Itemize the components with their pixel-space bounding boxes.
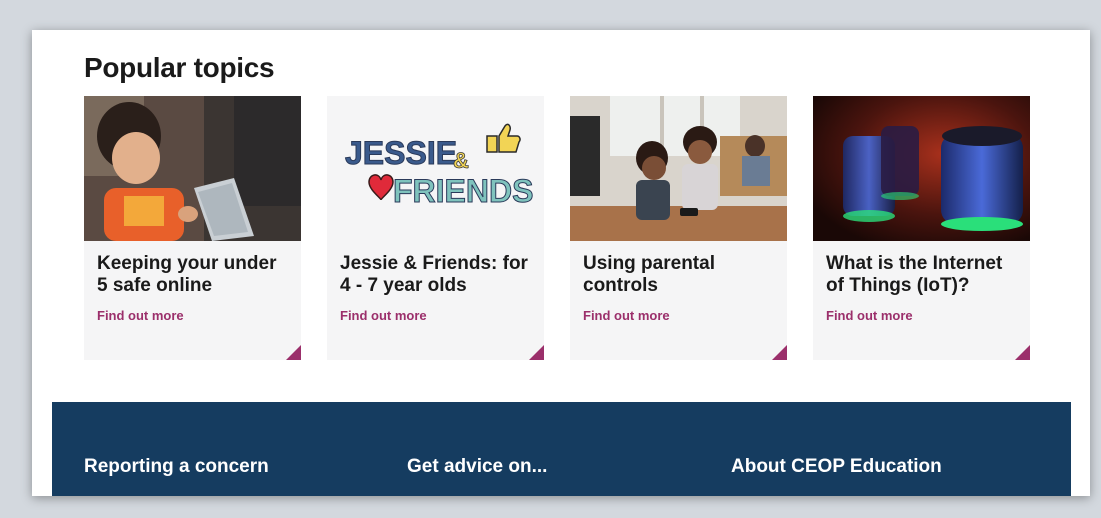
card-image-smart-speakers[interactable]: [813, 96, 1030, 241]
topic-card-internet-of-things[interactable]: What is the Internet of Things (IoT)? Fi…: [813, 96, 1030, 360]
card-title: Keeping your under 5 safe online: [97, 253, 277, 296]
footer-link-get-advice[interactable]: Get advice on...: [407, 456, 547, 478]
card-image-children-using-phone[interactable]: [570, 96, 787, 241]
children-using-phone-illustration: [570, 96, 787, 241]
card-image-jessie-and-friends-logo[interactable]: JESSIE & FRIENDS: [327, 96, 544, 241]
find-out-more-link[interactable]: Find out more: [583, 308, 670, 323]
footer-link-reporting-a-concern[interactable]: Reporting a concern: [84, 456, 269, 478]
topic-card-jessie-and-friends[interactable]: JESSIE & FRIENDS Jessie & Friends: for 4…: [327, 96, 544, 360]
card-corner-triangle: [772, 345, 787, 360]
logo-ampersand: &: [453, 148, 469, 173]
footer-link-about-ceop-education[interactable]: About CEOP Education: [731, 456, 942, 478]
find-out-more-link[interactable]: Find out more: [97, 308, 184, 323]
topic-card-parental-controls[interactable]: Using parental controls Find out more: [570, 96, 787, 360]
card-corner-triangle: [1015, 345, 1030, 360]
card-corner-triangle: [286, 345, 301, 360]
logo-word-jessie: JESSIE: [345, 135, 457, 171]
section-title: Popular topics: [84, 52, 275, 83]
card-title: Using parental controls: [583, 253, 715, 296]
card-title: Jessie & Friends: for 4 - 7 year olds: [340, 253, 528, 296]
child-with-tablet-illustration: [84, 96, 301, 241]
find-out-more-link[interactable]: Find out more: [826, 308, 913, 323]
card-corner-triangle: [529, 345, 544, 360]
topic-cards: Keeping your under 5 safe online Find ou…: [84, 96, 1044, 360]
card-image-child-with-tablet[interactable]: [84, 96, 301, 241]
footer-bar: Reporting a concern Get advice on... Abo…: [52, 402, 1071, 496]
jessie-and-friends-logo: JESSIE & FRIENDS: [327, 96, 544, 241]
find-out-more-link[interactable]: Find out more: [340, 308, 427, 323]
page-frame: Popular topics Keeping your under 5 safe…: [32, 30, 1090, 496]
card-title: What is the Internet of Things (IoT)?: [826, 253, 1003, 296]
logo-word-friends: FRIENDS: [393, 173, 533, 209]
smart-speakers-illustration: [813, 96, 1030, 241]
topic-card-under-5[interactable]: Keeping your under 5 safe online Find ou…: [84, 96, 301, 360]
